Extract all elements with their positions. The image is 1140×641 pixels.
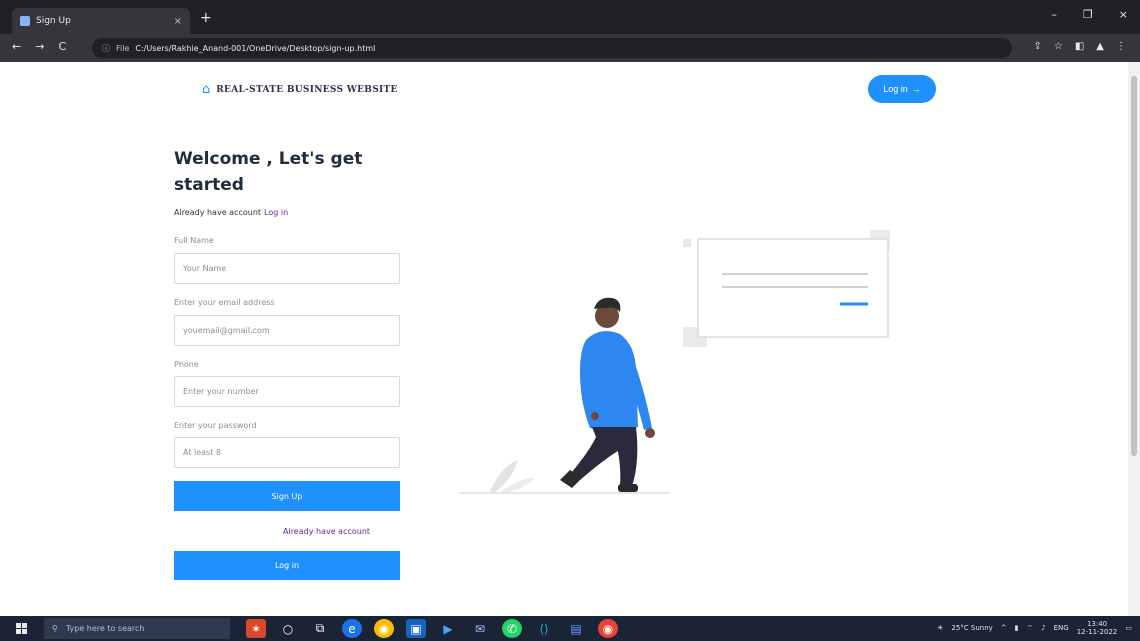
files-icon[interactable]: ▶ [438, 619, 458, 638]
sidepanel-icon[interactable]: ◧ [1075, 41, 1084, 52]
password-label: Enter your password [174, 421, 257, 430]
login-button[interactable]: Log in [174, 551, 400, 580]
cortana-icon[interactable]: ○ [278, 619, 298, 638]
bookmark-star-icon[interactable]: ☆ [1054, 41, 1063, 52]
fullname-label: Full Name [174, 236, 214, 245]
toolbar-icons: ⇪ ☆ ◧ ▲ ⋮ [1033, 41, 1126, 52]
weather-icon[interactable]: ☀ [937, 624, 943, 632]
taskbar-apps: ✶ ○ ⧉ e ◉ ▣ ▶ ✉ ✆ ⟨⟩ ▤ ◉ [246, 619, 618, 638]
photos-icon[interactable]: ▤ [566, 619, 586, 638]
forward-button[interactable]: → [35, 40, 44, 53]
browser-tab-bar: Sign Up × + – ❐ × [0, 0, 1140, 34]
favicon-icon [20, 16, 30, 26]
chrome-icon[interactable]: ◉ [374, 619, 394, 638]
close-window-button[interactable]: × [1119, 8, 1128, 21]
already-account-link[interactable]: Already have account [283, 527, 370, 536]
minimize-button[interactable]: – [1051, 8, 1057, 21]
phone-label: Phone [174, 360, 199, 369]
browser-toolbar: ← → C ⓘ File C:/Users/Rakhie_Anand-001/O… [0, 34, 1140, 62]
signup-button[interactable]: Sign Up [174, 481, 400, 511]
email-label: Enter your email address [174, 298, 275, 307]
info-icon: ⓘ [102, 43, 110, 53]
brand[interactable]: ⌂ REAL-STATE BUSINESS WEBSITE [202, 82, 398, 97]
profile-icon[interactable]: ▲ [1096, 41, 1104, 52]
header-login-label: Log in [883, 84, 908, 94]
welcome-line-2: started [174, 175, 244, 195]
share-icon[interactable]: ⇪ [1033, 41, 1041, 52]
volume-icon[interactable]: ♪ [1041, 624, 1045, 632]
house-icon: ⌂ [202, 82, 211, 97]
page-title: Welcome , Let's get started [174, 146, 394, 198]
address-bar[interactable]: ⓘ File C:/Users/Rakhie_Anand-001/OneDriv… [92, 38, 1012, 58]
edge-icon[interactable]: e [342, 619, 362, 638]
back-button[interactable]: ← [12, 40, 21, 53]
address-url[interactable]: C:/Users/Rakhie_Anand-001/OneDrive/Deskt… [135, 44, 375, 53]
window-controls: – ❐ × [1051, 8, 1128, 21]
welcome-line-1: Welcome , Let's get [174, 149, 363, 169]
reload-button[interactable]: C [58, 40, 66, 53]
email-input[interactable] [174, 315, 400, 346]
search-icon: ⚲ [52, 624, 58, 633]
web-page: ⌂ REAL-STATE BUSINESS WEBSITE Log in → W… [0, 62, 1128, 616]
header-login-button[interactable]: Log in → [868, 75, 936, 103]
network-icon[interactable]: ⌔ [1027, 624, 1034, 633]
mail-icon[interactable]: ✉ [470, 619, 490, 638]
clock-time: 13:40 [1086, 620, 1108, 628]
maximize-button[interactable]: ❐ [1083, 8, 1093, 21]
new-tab-button[interactable]: + [200, 10, 212, 26]
vscode-icon[interactable]: ⟨⟩ [534, 619, 554, 638]
taskbar-search[interactable]: ⚲ Type here to search [44, 618, 230, 639]
address-prefix: File [116, 43, 130, 53]
nav-buttons: ← → C [12, 40, 66, 53]
lang-indicator[interactable]: ENG [1054, 624, 1069, 632]
tab-title: Sign Up [36, 16, 71, 26]
password-input[interactable] [174, 437, 400, 468]
walking-person-illustration [460, 230, 890, 494]
phone-input[interactable] [174, 376, 400, 407]
already-account-line: Already have account Log in [174, 208, 288, 217]
fullname-input[interactable] [174, 253, 400, 284]
scrollbar-thumb[interactable] [1131, 76, 1137, 456]
chrome-active-icon[interactable]: ◉ [598, 619, 618, 638]
login-arrow-icon: → [911, 84, 921, 94]
brand-name: REAL-STATE BUSINESS WEBSITE [216, 84, 398, 95]
weather-widget-icon[interactable]: ✶ [246, 619, 266, 638]
already-account-text: Already have account [174, 208, 262, 217]
clock-date: 12-11-2022 [1076, 628, 1118, 636]
weather-text[interactable]: 25°C Sunny [951, 624, 992, 632]
taskbar-search-text: Type here to search [65, 624, 145, 633]
login-link[interactable]: Log in [264, 208, 288, 217]
tray-chevron-icon[interactable]: ^ [1001, 624, 1007, 632]
battery-icon[interactable]: ▮ [1015, 624, 1019, 632]
menu-icon[interactable]: ⋮ [1116, 41, 1126, 52]
system-tray: ☀ 25°C Sunny ^ ▮ ⌔ ♪ ENG 13:40 12-11-202… [937, 620, 1132, 636]
windows-start-icon[interactable] [16, 623, 27, 634]
notification-icon[interactable]: ▭ [1125, 624, 1132, 632]
task-view-icon[interactable]: ⧉ [310, 619, 330, 638]
browser-tab[interactable]: Sign Up × [12, 8, 190, 34]
whatsapp-icon[interactable]: ✆ [502, 619, 522, 638]
tab-close-icon[interactable]: × [174, 16, 182, 27]
windows-taskbar: ⚲ Type here to search ✶ ○ ⧉ e ◉ ▣ ▶ ✉ ✆ … [0, 616, 1140, 641]
page-scrollbar[interactable] [1128, 62, 1140, 616]
store-icon[interactable]: ▣ [406, 619, 426, 638]
clock[interactable]: 13:40 12-11-2022 [1077, 620, 1118, 636]
